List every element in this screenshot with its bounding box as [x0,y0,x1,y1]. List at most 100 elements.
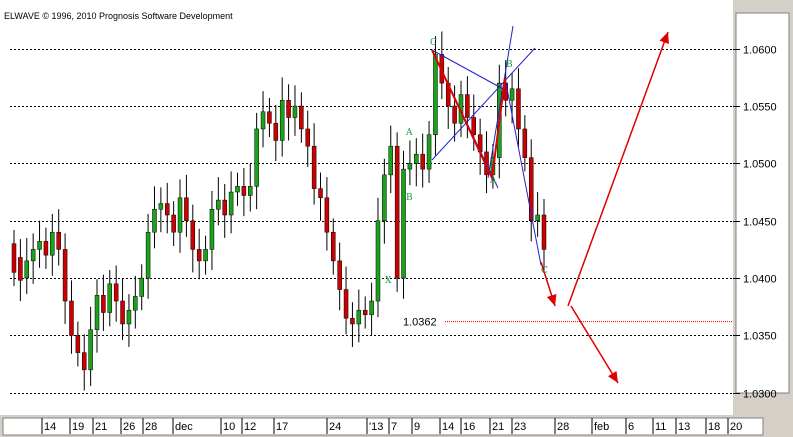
candle-body-52 [343,289,349,319]
x-tick-label-3: 26 [123,421,135,433]
candle-body-53 [350,317,355,325]
candle-body-3 [30,249,36,262]
candle-body-55 [362,309,368,316]
wave-label-0: C [430,38,437,48]
x-tick-label-13: 14 [442,421,454,433]
candle-body-37 [248,186,253,196]
candle-body-57 [375,220,381,302]
candle-body-82 [535,214,540,221]
x-tick-label-0: 14 [44,421,56,433]
candle-body-61 [401,168,406,279]
chart-window: 1.0600 1.0550 1.0500 1.0450 1.0400 1.0350 1.03… [0,0,793,437]
x-tick-label-4: 28 [145,421,157,433]
candle-body-63 [414,153,419,164]
candle-body-54 [356,309,362,325]
candle-body-51 [337,260,342,290]
candle-body-42 [279,100,285,141]
candle-body-8 [62,249,68,302]
candle-body-60 [394,145,400,279]
candle-body-23 [158,203,164,210]
copyright-text: ELWAVE © 1996, 2010 Prognosis Software D… [4,11,233,21]
candle-body-50 [331,231,336,262]
x-tick-label-23: 20 [730,421,742,433]
candle-body-18 [126,309,132,325]
x-tick-label-6: 10 [223,421,235,433]
candle-body-41 [273,122,279,141]
candle-body-15 [107,283,113,313]
target-label: 1.0362 [403,317,437,329]
candle-body-17 [120,300,125,325]
x-tick-label-5: dec [175,421,193,433]
x-tick-label-22: 18 [708,421,720,433]
y-tick-label-3: 1.0450 [743,217,777,229]
wave-label-1: A [405,128,413,138]
candle-body-4 [37,241,42,250]
x-tick-label-8: 17 [276,421,288,433]
y-tick-label-2: 1.0500 [743,159,777,171]
candle-body-59 [388,145,393,176]
candle-body-43 [286,100,291,118]
y-tick-label-6: 1.0300 [743,389,777,401]
x-tick-label-1: 19 [72,421,84,433]
candle-body-71 [465,94,470,118]
wave-label-4: B [506,60,513,70]
candle-body-65 [426,134,432,170]
y-tick-label-1: 1.0550 [743,102,777,114]
x-tick-label-20: 11 [655,421,666,433]
x-tick-label-7: 12 [244,421,256,433]
wave-label-5: A [489,176,497,186]
candle-body-16 [113,283,119,302]
candle-body-80 [522,128,528,158]
candle-body-64 [420,153,425,170]
candle-body-25 [171,214,176,233]
x-tick-label-10: '13 [369,421,383,433]
candle-body-9 [69,300,74,336]
candle-body-22 [152,209,157,233]
candle-body-32 [216,199,221,210]
candle-body-26 [177,197,183,233]
candle-body-46 [305,128,310,147]
candle-body-13 [94,295,100,330]
candle-body-58 [382,174,387,221]
wave-label-6: C [541,266,548,276]
candle-body-83 [541,214,547,250]
y-tick-label-4: 1.0400 [743,274,777,286]
candle-body-1 [18,257,23,281]
candle-body-47 [311,145,317,189]
candle-body-34 [228,191,234,216]
candle-body-2 [24,260,30,279]
candle-body-19 [133,296,138,311]
candle-body-20 [139,277,144,297]
candle-body-48 [318,188,323,199]
x-tick-label-11: 7 [391,421,397,433]
candlestick-chart: 1.0600 1.0550 1.0500 1.0450 1.0400 1.0350 1.03… [0,0,793,437]
candle-body-44 [292,105,298,118]
wave-label-2: B [406,193,413,203]
candle-body-79 [516,88,521,130]
x-tick-label-17: 28 [557,421,569,433]
candle-body-36 [241,186,247,196]
candle-body-40 [267,111,272,124]
candle-body-31 [209,209,215,250]
candle-body-39 [260,111,266,130]
candle-body-6 [50,231,55,256]
candle-body-5 [43,241,49,256]
plot-area [0,0,733,415]
wave-label-3: X [385,276,392,286]
candle-body-45 [299,105,304,130]
candle-body-24 [165,203,170,216]
candle-body-35 [235,186,240,193]
candle-body-27 [184,197,189,221]
y-tick-label-0: 1.0600 [743,45,777,57]
candle-body-81 [528,157,534,221]
candle-body-11 [81,352,87,371]
candle-body-78 [509,88,515,101]
x-tick-label-15: 21 [492,421,504,433]
candle-body-33 [222,199,227,216]
candle-body-69 [452,105,457,124]
x-tick-label-9: 24 [329,421,341,433]
x-tick-label-2: 21 [95,421,107,433]
candle-body-21 [145,231,151,279]
candle-body-62 [407,163,413,170]
candle-body-72 [471,117,477,135]
